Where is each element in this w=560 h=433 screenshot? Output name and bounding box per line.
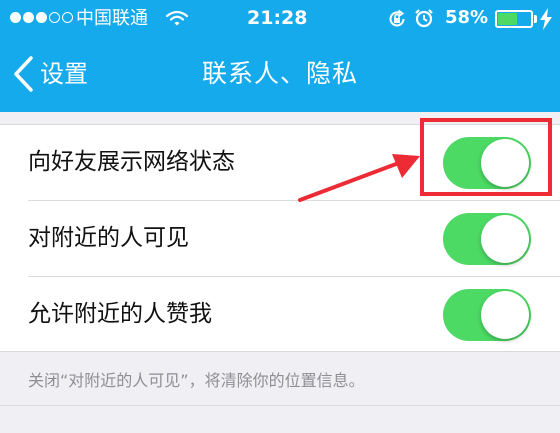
status-bar: 中国联通 21:28 58%: [0, 0, 560, 38]
page-title: 联系人、隐私: [201, 59, 358, 88]
settings-row-label: 对附近的人可见: [28, 225, 189, 251]
battery-icon: [495, 10, 533, 28]
settings-row-allow-nearby-likes: 允许附近的人赞我: [0, 277, 560, 353]
toggle-knob: [481, 215, 529, 263]
section-divider: [0, 405, 560, 406]
allow-nearby-likes-toggle[interactable]: [443, 289, 531, 341]
signal-strength-icon: [10, 12, 73, 23]
battery-cap: [534, 15, 537, 23]
battery-percentage: 58%: [445, 7, 489, 28]
wifi-icon: [166, 10, 188, 26]
footer-note: 关闭“对附近的人可见”，将清除你的位置信息。: [28, 371, 365, 390]
annotation-arrow-icon: [298, 154, 420, 202]
rotation-lock-icon: [389, 9, 405, 27]
navigation-bar: 设置 联系人、隐私: [0, 38, 560, 112]
alarm-icon: [415, 9, 433, 28]
status-time: 21:28: [247, 7, 308, 29]
toggle-knob: [481, 291, 529, 339]
settings-row-label: 向好友展示网络状态: [28, 149, 235, 175]
settings-row-visible-to-nearby: 对附近的人可见: [0, 201, 560, 277]
visible-to-nearby-toggle[interactable]: [443, 213, 531, 265]
top-bar: 中国联通 21:28 58% 设置 联系人、隐私: [0, 0, 560, 112]
charging-bolt-icon: [540, 8, 552, 30]
annotation-highlight-box: [420, 118, 552, 196]
carrier-name: 中国联通: [76, 8, 148, 29]
settings-row-label: 允许附近的人赞我: [28, 301, 212, 327]
